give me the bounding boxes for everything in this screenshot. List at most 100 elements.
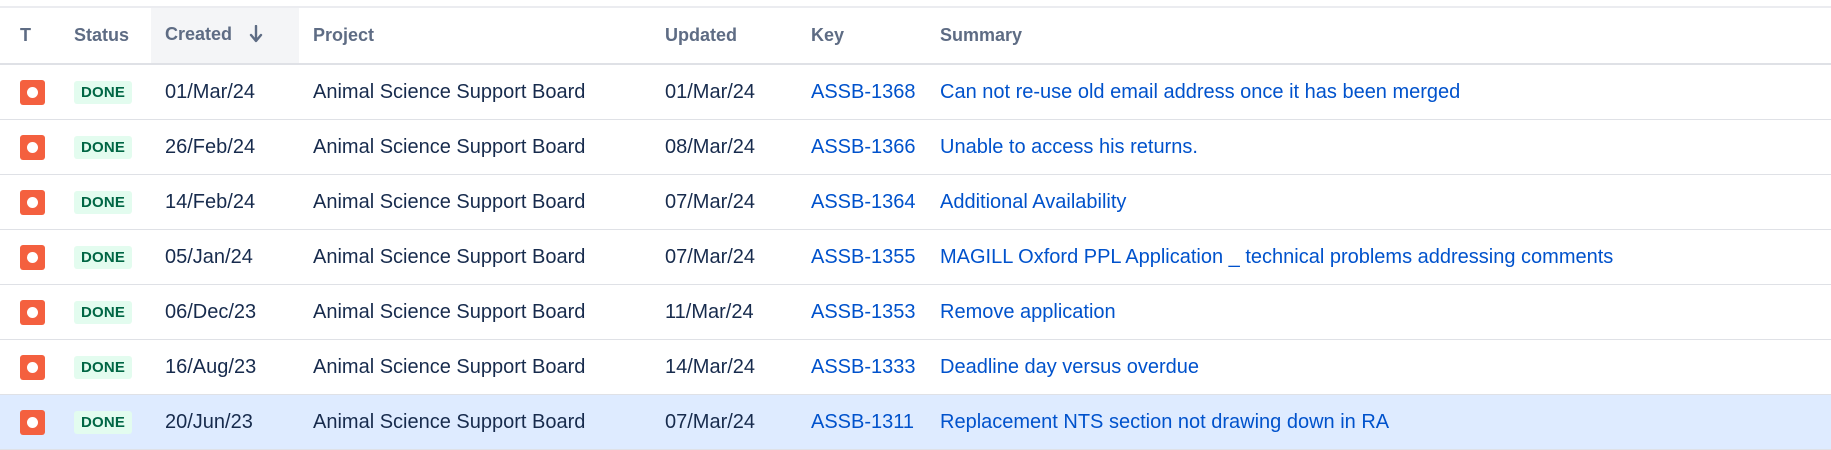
issue-summary-link[interactable]: Remove application: [940, 301, 1116, 323]
status-badge: DONE: [74, 411, 133, 434]
issue-key-link[interactable]: ASSB-1364: [811, 191, 916, 213]
cell-summary: Unable to access his returns.: [928, 119, 1831, 175]
issue-key-link[interactable]: ASSB-1366: [811, 136, 916, 158]
cell-status: DONE: [62, 174, 151, 230]
cell-type: [0, 284, 62, 340]
column-header-created-label: Created: [165, 23, 233, 44]
issue-summary-link[interactable]: Additional Availability: [940, 191, 1126, 213]
cell-type: [0, 394, 62, 450]
cell-updated: 07/Mar/24: [651, 174, 797, 230]
table-row-selected[interactable]: DONE 20/Jun/23 Animal Science Support Bo…: [0, 394, 1831, 450]
issue-key-link[interactable]: ASSB-1355: [811, 246, 916, 268]
cell-project: Animal Science Support Board: [299, 64, 651, 120]
status-badge: DONE: [74, 191, 133, 214]
column-header-status[interactable]: Status: [62, 8, 151, 65]
cell-type: [0, 339, 62, 395]
table-row[interactable]: DONE 16/Aug/23 Animal Science Support Bo…: [0, 339, 1831, 395]
issue-summary-link[interactable]: Deadline day versus overdue: [940, 356, 1199, 378]
cell-updated: 08/Mar/24: [651, 119, 797, 175]
cell-type: [0, 229, 62, 285]
cell-created: 06/Dec/23: [151, 284, 299, 340]
status-badge: DONE: [74, 301, 133, 324]
cell-updated: 01/Mar/24: [651, 64, 797, 120]
cell-updated: 07/Mar/24: [651, 229, 797, 285]
cell-status: DONE: [62, 284, 151, 340]
cell-updated: 11/Mar/24: [651, 284, 797, 340]
column-header-type[interactable]: T: [0, 8, 62, 65]
bug-icon: [20, 79, 45, 105]
column-header-type-label: T: [20, 25, 31, 45]
cell-key: ASSB-1353: [797, 284, 928, 340]
cell-status: DONE: [62, 394, 151, 450]
issue-summary-link[interactable]: Unable to access his returns.: [940, 136, 1198, 158]
cell-key: ASSB-1366: [797, 119, 928, 175]
cell-project: Animal Science Support Board: [299, 284, 651, 340]
issue-summary-link[interactable]: MAGILL Oxford PPL Application _ technica…: [940, 246, 1613, 268]
issue-table: T Status Created Project Updated Key Sum…: [0, 8, 1831, 450]
cell-summary: Additional Availability: [928, 174, 1831, 230]
issue-key-link[interactable]: ASSB-1333: [811, 356, 916, 378]
arrow-down-icon: [249, 24, 263, 48]
cell-project: Animal Science Support Board: [299, 119, 651, 175]
cell-summary: Can not re-use old email address once it…: [928, 64, 1831, 120]
cell-key: ASSB-1364: [797, 174, 928, 230]
cell-project: Animal Science Support Board: [299, 339, 651, 395]
cell-key: ASSB-1333: [797, 339, 928, 395]
column-header-status-label: Status: [74, 25, 130, 45]
table-row[interactable]: DONE 06/Dec/23 Animal Science Support Bo…: [0, 284, 1831, 340]
column-header-project-label: Project: [313, 25, 375, 45]
cell-status: DONE: [62, 339, 151, 395]
table-row[interactable]: DONE 01/Mar/24 Animal Science Support Bo…: [0, 64, 1831, 120]
column-header-summary-label: Summary: [940, 25, 1023, 45]
cell-updated: 07/Mar/24: [651, 394, 797, 450]
cell-summary: MAGILL Oxford PPL Application _ technica…: [928, 229, 1831, 285]
bug-icon: [20, 244, 45, 270]
table-row[interactable]: DONE 14/Feb/24 Animal Science Support Bo…: [0, 174, 1831, 230]
cell-type: [0, 64, 62, 120]
cell-summary: Remove application: [928, 284, 1831, 340]
column-header-updated-label: Updated: [665, 25, 737, 45]
column-header-project[interactable]: Project: [299, 8, 651, 65]
status-badge: DONE: [74, 246, 133, 269]
issue-summary-link[interactable]: Can not re-use old email address once it…: [940, 81, 1460, 103]
bug-icon: [20, 134, 45, 160]
status-badge: DONE: [74, 356, 133, 379]
cell-created: 05/Jan/24: [151, 229, 299, 285]
column-header-key-label: Key: [811, 25, 845, 45]
issue-key-link[interactable]: ASSB-1353: [811, 301, 916, 323]
bug-icon: [20, 299, 45, 325]
cell-created: 26/Feb/24: [151, 119, 299, 175]
cell-updated: 14/Mar/24: [651, 339, 797, 395]
cell-key: ASSB-1368: [797, 64, 928, 120]
table-row[interactable]: DONE 26/Feb/24 Animal Science Support Bo…: [0, 119, 1831, 175]
cell-type: [0, 174, 62, 230]
column-header-updated[interactable]: Updated: [651, 8, 797, 65]
cell-key: ASSB-1311: [797, 394, 928, 450]
cell-status: DONE: [62, 229, 151, 285]
column-header-summary[interactable]: Summary: [928, 8, 1831, 65]
status-badge: DONE: [74, 81, 133, 104]
cell-summary: Replacement NTS section not drawing down…: [928, 394, 1831, 450]
bug-icon: [20, 354, 45, 380]
cell-status: DONE: [62, 64, 151, 120]
issue-summary-link[interactable]: Replacement NTS section not drawing down…: [940, 411, 1389, 433]
bug-icon: [20, 189, 45, 215]
issue-key-link[interactable]: ASSB-1311: [811, 411, 914, 433]
table-row[interactable]: DONE 05/Jan/24 Animal Science Support Bo…: [0, 229, 1831, 285]
header-row: T Status Created Project Updated Key Sum…: [0, 8, 1831, 65]
table-header: T Status Created Project Updated Key Sum…: [0, 8, 1831, 65]
column-header-created[interactable]: Created: [151, 8, 299, 65]
cell-type: [0, 119, 62, 175]
cell-project: Animal Science Support Board: [299, 394, 651, 450]
bug-icon: [20, 409, 45, 435]
column-header-key[interactable]: Key: [797, 8, 928, 65]
status-badge: DONE: [74, 136, 133, 159]
cell-summary: Deadline day versus overdue: [928, 339, 1831, 395]
cell-created: 16/Aug/23: [151, 339, 299, 395]
cell-project: Animal Science Support Board: [299, 174, 651, 230]
cell-project: Animal Science Support Board: [299, 229, 651, 285]
issue-key-link[interactable]: ASSB-1368: [811, 81, 916, 103]
cell-key: ASSB-1355: [797, 229, 928, 285]
cell-created: 01/Mar/24: [151, 64, 299, 120]
cell-created: 14/Feb/24: [151, 174, 299, 230]
